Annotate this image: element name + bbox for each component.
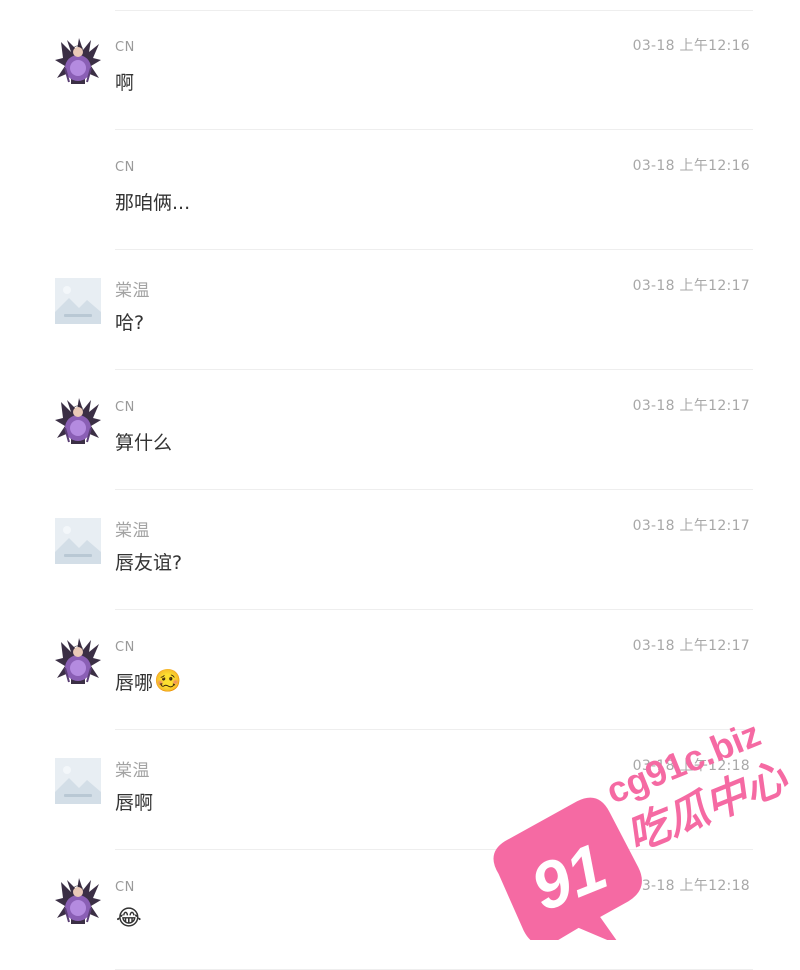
user-photo-avatar[interactable] — [55, 398, 101, 444]
image-placeholder-icon[interactable] — [55, 758, 101, 804]
sender-name: CN — [115, 640, 135, 655]
message-item: 棠温 03-18 上午12:17 唇友谊? — [0, 490, 800, 610]
sender-name: 棠温 — [115, 761, 150, 781]
user-photo-avatar[interactable] — [55, 38, 101, 84]
sender-name: CN — [115, 880, 135, 895]
message-timestamp: 03-18 上午12:17 — [632, 278, 750, 294]
message-text-content: 唇啊 — [115, 792, 154, 814]
message-text-content: 那咱俩... — [115, 192, 191, 214]
message-timestamp: 03-18 上午12:16 — [632, 158, 750, 174]
message-timestamp: 03-18 上午12:18 — [632, 758, 750, 774]
message-text-content: 唇哪 — [115, 672, 154, 694]
message-text-content: 啊 — [115, 72, 135, 94]
message-item: CN 03-18 上午12:16 那咱俩... — [0, 130, 800, 250]
user-photo-avatar[interactable] — [55, 878, 101, 924]
message-text: 哈? — [115, 308, 144, 335]
user-photo-avatar[interactable] — [55, 638, 101, 684]
message-text: 唇哪 🥴 — [115, 668, 181, 695]
message-timestamp: 03-18 上午12:16 — [632, 38, 750, 54]
image-placeholder-icon[interactable] — [55, 518, 101, 564]
message-text: 那咱俩... — [115, 188, 190, 215]
message-item: 棠温 03-18 上午12:17 哈? — [0, 250, 800, 370]
message-item: 棠温 03-18 上午12:18 唇啊 — [0, 730, 800, 850]
sender-name: CN — [115, 40, 135, 55]
message-timestamp: 03-18 上午12:17 — [632, 638, 750, 654]
message-item: CN 03-18 上午12:17 算什么 — [0, 370, 800, 490]
message-item: CN 03-18 上午12:16 啊 — [0, 10, 800, 130]
message-text: 啊 — [115, 68, 134, 95]
sender-name: CN — [115, 160, 135, 175]
message-text: 算什么 — [115, 428, 172, 455]
message-text-content: 唇友谊? — [115, 552, 183, 574]
emoji-icon: 🥴 — [154, 668, 182, 694]
image-placeholder-icon[interactable] — [55, 278, 101, 324]
sender-name: 棠温 — [115, 521, 150, 541]
message-timestamp: 03-18 上午12:18 — [632, 878, 750, 894]
message-text-content: 算什么 — [115, 432, 173, 454]
message-timestamp: 03-18 上午12:17 — [632, 398, 750, 414]
sender-name: 棠温 — [115, 281, 150, 301]
message-item: CN 03-18 上午12:17 唇哪 🥴 — [0, 610, 800, 730]
message-text-content: 哈? — [115, 312, 145, 334]
message-text: 😂 — [115, 908, 142, 930]
message-text: 唇友谊? — [115, 548, 182, 575]
sender-name: CN — [115, 400, 135, 415]
message-timestamp: 03-18 上午12:17 — [632, 518, 750, 534]
message-text: 唇啊 — [115, 788, 153, 815]
emoji-icon: 😂 — [116, 906, 142, 931]
message-item: CN 03-18 上午12:18 😂 — [0, 850, 800, 970]
